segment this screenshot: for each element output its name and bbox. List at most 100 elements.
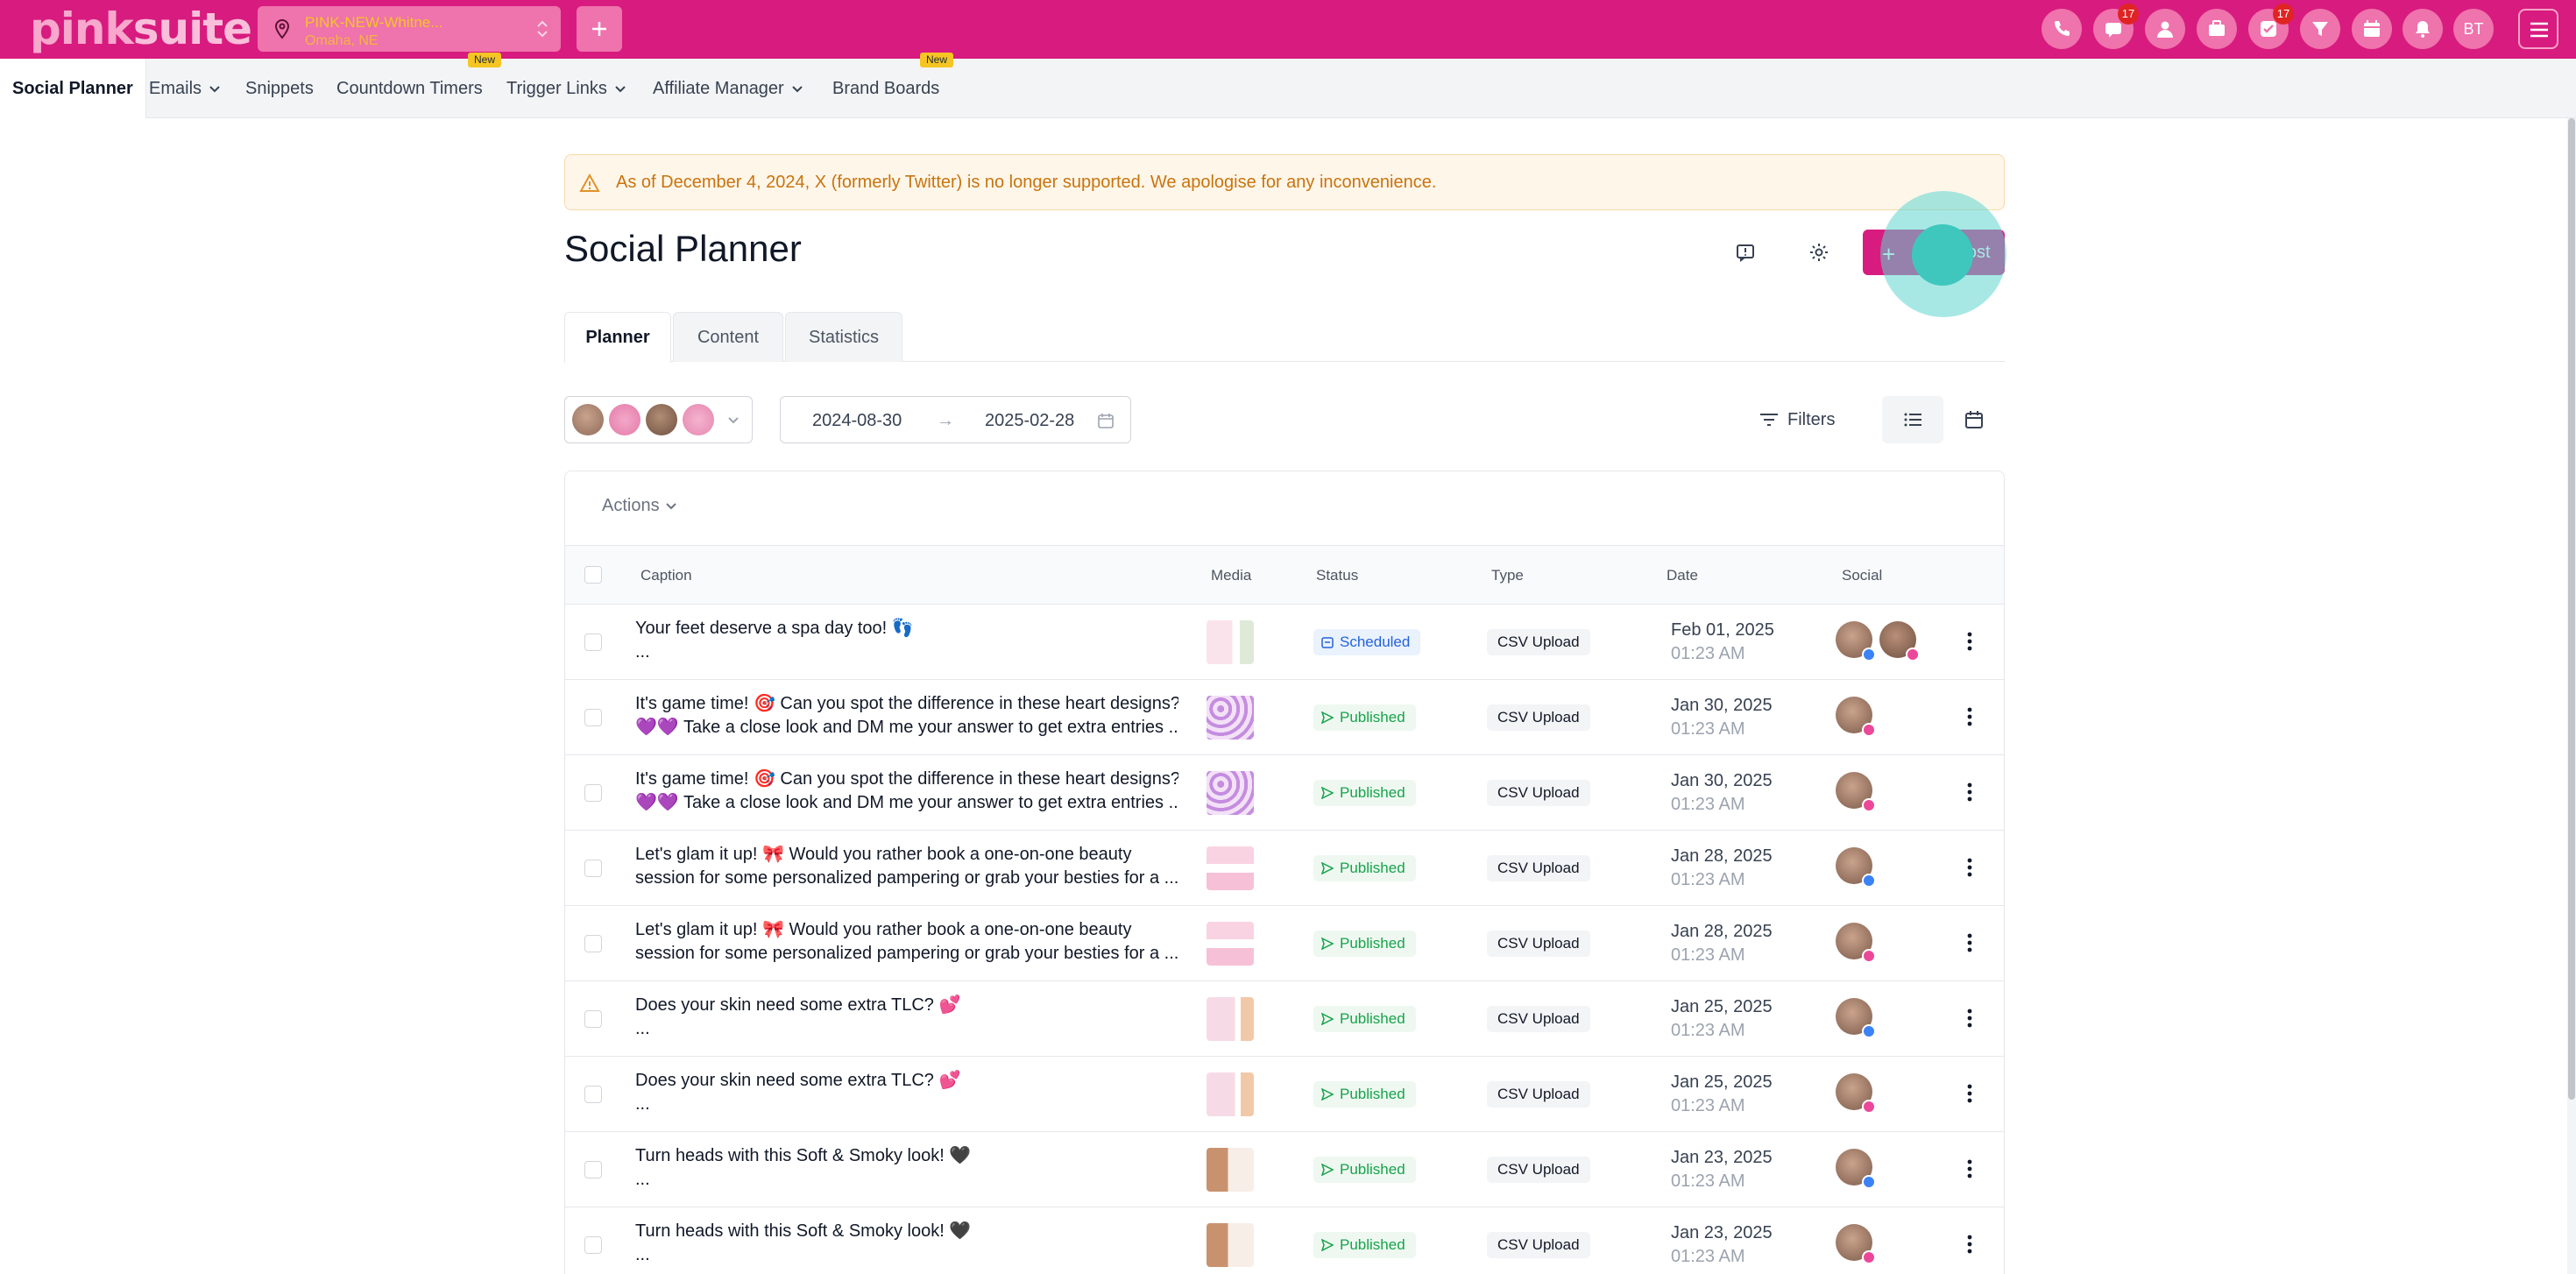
settings-button[interactable] (1796, 230, 1842, 275)
table-row[interactable]: Does your skin need some extra TLC? 💕...… (565, 1057, 2004, 1132)
row-checkbox[interactable] (584, 1010, 602, 1028)
post-caption[interactable]: It's game time! 🎯 Can you spot the diffe… (635, 768, 1178, 815)
status-label: Published (1340, 709, 1405, 725)
table-row[interactable]: Your feet deserve a spa day too! 👣... Sch… (565, 605, 2004, 680)
app-logo[interactable]: pinksuite (30, 4, 252, 54)
media-thumbnail[interactable] (1207, 846, 1254, 890)
user-avatar[interactable]: BT (2453, 9, 2494, 49)
caption-line: ... (635, 1019, 650, 1038)
social-account-avatar (1836, 847, 1878, 889)
media-thumbnail[interactable] (1207, 696, 1254, 740)
conversations-button[interactable]: 17 (2093, 4, 2139, 49)
caption-line: Turn heads with this Soft & Smoky look! … (635, 1221, 972, 1241)
date-range-picker[interactable]: 2024-08-30 → 2025-02-28 (780, 396, 1131, 443)
table-row[interactable]: Let's glam it up! 🎀 Would you rather boo… (565, 906, 2004, 981)
top-bar: pinksuite PINK-NEW-Whitne... Omaha, NE 1… (0, 0, 2576, 59)
main-menu-button[interactable] (2518, 9, 2558, 49)
actions-dropdown[interactable]: Actions (602, 496, 677, 516)
kebab-icon[interactable] (1967, 631, 1972, 652)
media-thumbnail[interactable] (1207, 1148, 1254, 1192)
kebab-icon[interactable] (1967, 1158, 1972, 1179)
kebab-icon[interactable] (1967, 706, 1972, 727)
calendar-view-button[interactable] (1943, 396, 2005, 443)
media-thumbnail[interactable] (1207, 1072, 1254, 1116)
quick-add-button[interactable] (577, 6, 622, 52)
row-checkbox[interactable] (584, 1086, 602, 1103)
social-account-avatar (1836, 923, 1878, 965)
row-checkbox[interactable] (584, 1161, 602, 1178)
account-avatar (572, 404, 604, 435)
nav-countdown-timers[interactable]: Countdown Timers (336, 59, 483, 118)
media-thumbnail[interactable] (1207, 922, 1254, 966)
map-pin-icon (274, 18, 290, 39)
post-caption[interactable]: Does your skin need some extra TLC? 💕... (635, 994, 1178, 1041)
post-caption[interactable]: It's game time! 🎯 Can you spot the diffe… (635, 692, 1178, 740)
media-thumbnail[interactable] (1207, 997, 1254, 1041)
post-date: Jan 28, 2025 01:23 AM (1671, 920, 1773, 967)
row-checkbox[interactable] (584, 709, 602, 726)
send-icon (1321, 787, 1334, 799)
opportunities-button[interactable] (2197, 9, 2237, 49)
nav-brand-boards[interactable]: Brand Boards New (832, 53, 954, 118)
nav-label: Affiliate Manager (653, 79, 784, 98)
table-row[interactable]: Turn heads with this Soft & Smoky look! … (565, 1207, 2004, 1274)
post-caption[interactable]: Let's glam it up! 🎀 Would you rather boo… (635, 843, 1178, 890)
post-caption[interactable]: Your feet deserve a spa day too! 👣... (635, 617, 1178, 664)
post-caption[interactable]: Let's glam it up! 🎀 Would you rather boo… (635, 918, 1178, 966)
date-value: Jan 28, 2025 (1671, 846, 1773, 866)
filters-button[interactable]: Filters (1749, 396, 1849, 443)
social-accounts-select[interactable] (564, 396, 753, 443)
column-header: Type (1491, 567, 1524, 584)
tab-statistics[interactable]: Statistics (785, 312, 902, 362)
kebab-icon[interactable] (1967, 1083, 1972, 1104)
post-caption[interactable]: Turn heads with this Soft & Smoky look! … (635, 1144, 1178, 1192)
media-thumbnail[interactable] (1207, 1223, 1254, 1267)
account-avatar (646, 404, 677, 435)
contacts-button[interactable] (2145, 9, 2185, 49)
row-checkbox[interactable] (584, 633, 602, 651)
table-row[interactable]: Let's glam it up! 🎀 Would you rather boo… (565, 831, 2004, 906)
funnels-button[interactable] (2300, 9, 2340, 49)
nav-snippets[interactable]: Snippets (245, 59, 314, 118)
row-checkbox[interactable] (584, 935, 602, 952)
list-view-button[interactable] (1882, 396, 1943, 443)
platform-badge-icon (1906, 648, 1920, 662)
nav-trigger-links[interactable]: Trigger Links New (468, 53, 626, 118)
table-row[interactable]: It's game time! 🎯 Can you spot the diffe… (565, 680, 2004, 755)
media-thumbnail[interactable] (1207, 771, 1254, 815)
location-switcher[interactable]: PINK-NEW-Whitne... Omaha, NE (258, 6, 561, 52)
scrollbar-thumb[interactable] (2568, 118, 2575, 1100)
kebab-icon[interactable] (1967, 932, 1972, 953)
status-label: Scheduled (1340, 633, 1411, 650)
table-row[interactable]: It's game time! 🎯 Can you spot the diffe… (565, 755, 2004, 831)
calendar-button[interactable] (2352, 9, 2392, 49)
table-row[interactable]: Turn heads with this Soft & Smoky look! … (565, 1132, 2004, 1207)
post-caption[interactable]: Turn heads with this Soft & Smoky look! … (635, 1220, 1178, 1267)
new-post-button[interactable]: + New Post (1863, 230, 2005, 275)
notifications-button[interactable] (2403, 9, 2443, 49)
row-checkbox[interactable] (584, 784, 602, 802)
location-subtitle: Omaha, NE (305, 33, 379, 48)
table-row[interactable]: Does your skin need some extra TLC? 💕...… (565, 981, 2004, 1057)
select-all-checkbox[interactable] (584, 566, 602, 584)
tasks-button[interactable]: 17 (2248, 4, 2294, 49)
kebab-icon[interactable] (1967, 782, 1972, 803)
media-thumbnail[interactable] (1207, 620, 1254, 664)
nav-social-planner[interactable]: Social Planner (0, 59, 146, 118)
tab-content[interactable]: Content (673, 312, 783, 362)
phone-button[interactable] (2042, 9, 2082, 49)
row-checkbox[interactable] (584, 1236, 602, 1254)
post-caption[interactable]: Does your skin need some extra TLC? 💕... (635, 1069, 1178, 1116)
column-header: Media (1211, 567, 1252, 584)
twitter-deprecation-alert: As of December 4, 2024, X (formerly Twit… (564, 154, 2005, 210)
kebab-icon[interactable] (1967, 1008, 1972, 1029)
nav-affiliate-manager[interactable]: Affiliate Manager (653, 59, 803, 118)
kebab-icon[interactable] (1967, 1234, 1972, 1255)
feedback-button[interactable] (1723, 230, 1768, 275)
page-scrollbar[interactable] (2567, 118, 2576, 1274)
tab-planner[interactable]: Planner (564, 312, 671, 363)
kebab-icon[interactable] (1967, 857, 1972, 878)
nav-emails[interactable]: Emails (149, 59, 221, 118)
date-value: Jan 25, 2025 (1671, 1072, 1773, 1092)
row-checkbox[interactable] (584, 860, 602, 877)
